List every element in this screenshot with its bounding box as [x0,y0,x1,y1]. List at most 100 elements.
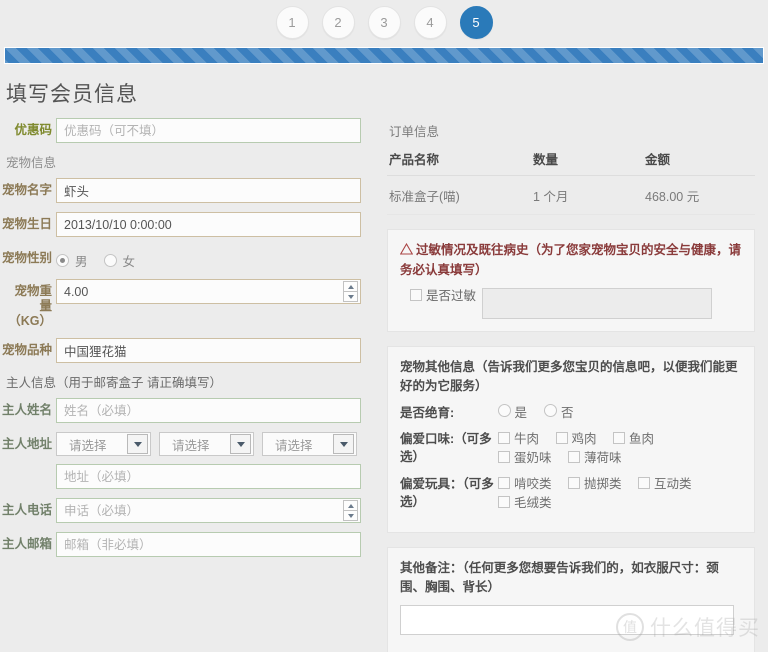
taste-option-fish[interactable]: 鱼肉 [613,430,654,449]
pet-weight-stepper-down[interactable] [343,292,358,302]
toys-option-plush[interactable]: 毛绒类 [498,494,552,513]
order-cell-amount: 468.00 元 [643,175,755,215]
pet-weight-label: 宠物重 量 （KG） [0,279,56,329]
progress-bar-wrap [0,47,768,64]
owner-name-row: 主人姓名 [0,398,385,423]
pet-gender-label: 宠物性别 [1,251,52,265]
order-info-title: 订单信息 [389,125,440,139]
pet-weight-input[interactable] [56,279,361,304]
taste-row: 偏爱口味:（可多选） 牛肉 鸡肉 鱼肉 蛋奶味 薄荷味 [400,430,742,468]
owner-address-district-value: 请选择 [275,438,313,453]
owner-address-province-dropdown-button[interactable] [127,434,148,454]
owner-phone-input[interactable] [56,498,361,523]
order-cell-product: 标准盒子(喵) [387,175,531,215]
step-1[interactable]: 1 [275,6,309,39]
toys-option-chew[interactable]: 啃咬类 [498,475,552,494]
chevron-down-icon [347,513,354,518]
coupon-row: 优惠码 [0,118,385,143]
step-2[interactable]: 2 [321,6,355,39]
toys-label-interactive: 互动类 [654,477,692,491]
allergy-panel: 过敏情况及既往病史（为了您家宠物宝贝的安全与健康，请务必认真填写） 是否过敏 [387,229,755,332]
taste-checkbox-beef[interactable] [498,432,510,444]
owner-phone-label: 主人电话 [1,503,52,517]
page-root: 1 2 3 4 5 填写会员信息 优惠码 宠物信息 宠物名字 [0,0,768,652]
toys-checkbox-throw[interactable] [568,477,580,489]
step-3-label: 3 [380,15,388,30]
owner-address-province-value: 请选择 [69,438,107,453]
pet-gender-radio-female[interactable] [103,254,117,267]
neutered-option-no[interactable]: 否 [544,404,573,423]
step-3[interactable]: 3 [367,6,401,39]
form-column: 优惠码 宠物信息 宠物名字 宠物生日 宠物性别 [0,118,385,566]
taste-checkbox-milk[interactable] [498,451,510,463]
chevron-down-icon [236,441,245,447]
page-title: 填写会员信息 [6,83,138,106]
owner-address-district-dropdown-button[interactable] [333,434,354,454]
pet-name-input[interactable] [56,178,361,203]
taste-label-fish: 鱼肉 [629,432,655,446]
pet-weight-stepper-up[interactable] [343,281,358,292]
toys-label-chew: 啃咬类 [514,477,552,491]
owner-address-selects: 请选择 请选择 请选择 [56,432,385,456]
owner-address-detail-input[interactable] [56,464,361,489]
pet-breed-input[interactable] [56,338,361,363]
neutered-radio-no[interactable] [544,404,558,417]
neutered-option-yes[interactable]: 是 [498,404,527,423]
taste-checkbox-chicken[interactable] [555,432,568,444]
order-table-header-row: 产品名称 数量 金额 [387,149,755,176]
toys-checkbox-plush[interactable] [498,496,510,508]
owner-address-city-value: 请选择 [172,438,210,453]
toys-row: 偏爱玩具：（可多选） 啃咬类 抛掷类 互动类 毛绒类 [400,475,742,513]
order-col-amount: 金额 [643,149,755,176]
pet-gender-label-female: 女 [122,255,136,269]
allergy-heading-text: 过敏情况及既往病史（为了您家宠物宝贝的安全与健康，请务必认真填写） [400,243,742,277]
owner-phone-stepper-up[interactable] [343,500,358,511]
pet-gender-options: 男 女 [56,246,385,270]
owner-name-input[interactable] [56,398,361,423]
pet-weight-label-line1: 宠物重 [14,284,52,298]
order-table: 产品名称 数量 金额 标准盒子(喵) 1 个月 468.00 元 [387,149,755,215]
neutered-row: 是否绝育: 是 否 [400,404,742,423]
pet-breed-label: 宠物品种 [1,343,52,357]
owner-address-city-select[interactable]: 请选择 [159,432,254,456]
taste-option-mint[interactable]: 薄荷味 [568,449,622,468]
toys-option-interactive[interactable]: 互动类 [638,475,692,494]
taste-checkbox-mint[interactable] [568,451,580,463]
coupon-input[interactable] [56,118,361,143]
neutered-radio-yes[interactable] [498,404,511,417]
owner-address-province-select[interactable]: 请选择 [56,432,151,456]
toys-label-throw: 抛掷类 [584,477,622,491]
allergy-textarea[interactable] [482,288,712,319]
owner-phone-row: 主人电话 [0,498,385,523]
taste-option-chicken[interactable]: 鸡肉 [555,430,597,449]
pet-gender-label-male: 男 [75,255,88,269]
taste-option-milk[interactable]: 蛋奶味 [498,449,552,468]
owner-phone-stepper-down[interactable] [343,511,358,521]
notes-textarea[interactable] [400,605,734,635]
toys-option-throw[interactable]: 抛掷类 [568,475,622,494]
neutered-options: 是 否 [498,404,742,423]
pet-weight-label-line2: 量 [39,299,52,313]
step-1-label: 1 [288,15,296,30]
taste-option-beef[interactable]: 牛肉 [498,430,539,449]
owner-address-district-select[interactable]: 请选择 [262,432,357,456]
pet-name-label: 宠物名字 [1,183,52,197]
allergy-checkbox[interactable] [410,289,422,301]
step-4[interactable]: 4 [413,6,447,39]
notes-heading: 其他备注：（任何更多您想要告诉我们的，如衣服尺寸：颈围、胸围、背长） [400,561,719,594]
step-5[interactable]: 5 [459,6,493,39]
chevron-down-icon [339,441,348,447]
pet-birthday-row: 宠物生日 [0,212,385,237]
pet-birthday-input[interactable] [56,212,361,237]
toys-checkbox-chew[interactable] [498,477,510,489]
pet-gender-radio-male[interactable] [56,254,69,267]
taste-checkbox-fish[interactable] [613,432,625,444]
toys-checkbox-interactive[interactable] [638,477,650,489]
owner-email-input[interactable] [56,532,361,557]
summary-column: 订单信息 产品名称 数量 金额 标准盒子(喵) 1 个月 468.00 元 过敏… [385,118,765,652]
allergy-row: 是否过敏 [400,288,742,319]
owner-address-city-dropdown-button[interactable] [230,434,251,454]
order-col-qty: 数量 [531,149,643,176]
pet-weight-field [56,279,361,304]
pet-extra-panel: 宠物其他信息（告诉我们更多您宝贝的信息吧，以便我们能更好的为它服务） 是否绝育:… [387,346,755,533]
